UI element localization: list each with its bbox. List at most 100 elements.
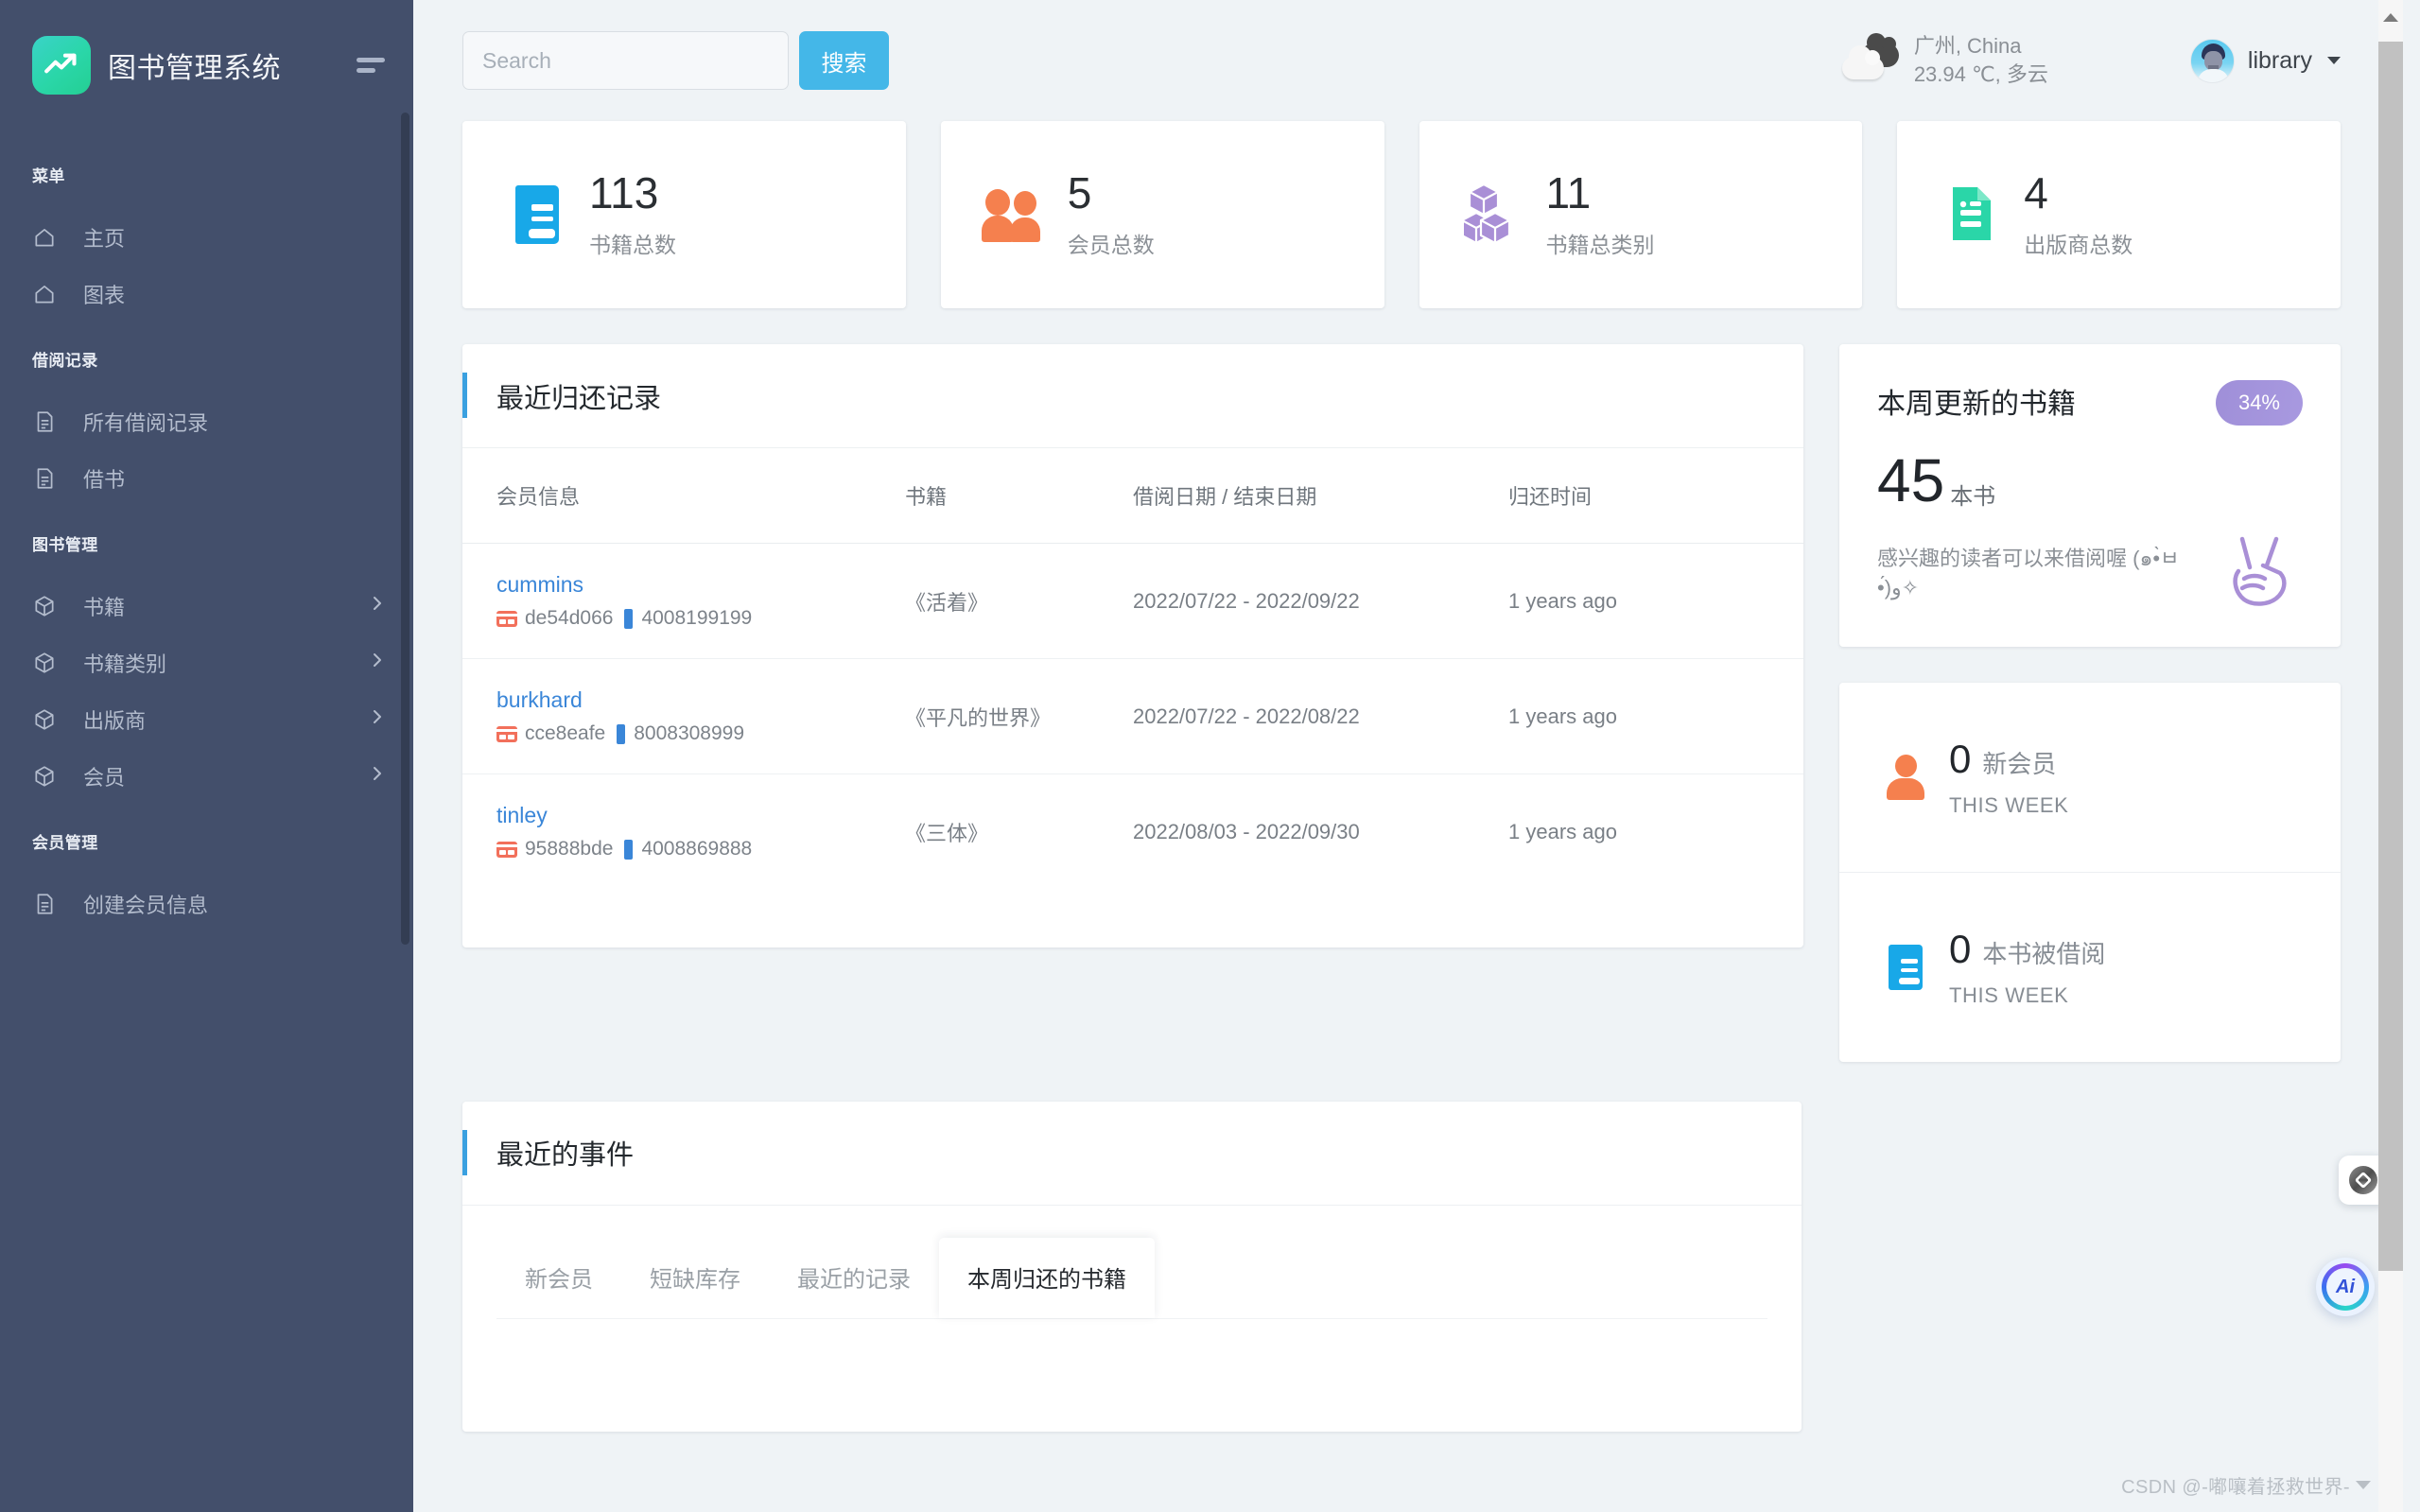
cell-member: tinley 95888bde 4008869888 [462,774,905,890]
mini-stat-new-members[interactable]: 0 新会员 THIS WEEK [1839,683,2341,872]
caret-down-icon [2356,1481,2371,1489]
sidebar-item-create-member[interactable]: 创建会员信息 [0,876,413,932]
sidebar-item-borrow-book[interactable]: 借书 [0,450,413,507]
member-meta: de54d066 4008199199 [496,607,905,630]
main-content: 搜索 广州, China 23.94 ℃, 多云 [413,0,2420,1512]
sidebar-item-label: 会员 [83,766,126,790]
chevron-right-icon [370,705,385,734]
tab-returned-this-week[interactable]: 本周归还的书籍 [939,1237,1155,1318]
weather-text: 广州, China 23.94 ℃, 多云 [1914,32,2048,90]
weekly-subtitle: 感兴趣的读者可以来借阅喔 (๑•̀ㅂ•́)و✧ [1877,547,2180,600]
mini-stat-label: 新会员 [1982,749,2057,778]
peace-hand-icon [2233,536,2287,606]
sidebar-item-label: 书籍类别 [83,652,167,676]
hamburger-icon[interactable] [357,58,385,73]
partly-cloudy-icon [1841,33,1901,83]
user-menu[interactable]: library [2189,38,2341,83]
browser-scrollbar[interactable] [2378,0,2403,1512]
topbar-right: 广州, China 23.94 ℃, 多云 library [1841,32,2341,90]
right-column: 本周更新的书籍 34% 45 本书 感兴趣的读者可以来借阅喔 (๑•̀ㅂ•́)و… [1839,344,2341,1062]
sidebar-item-label: 出版商 [83,709,147,733]
mini-stat-books-borrowed[interactable]: 0 本书被借阅 THIS WEEK [1839,873,2341,1062]
home-icon [32,282,64,306]
box-icon [32,764,64,789]
caret-down-icon [2327,57,2341,64]
stat-card-total-books[interactable]: 113 书籍总数 [462,121,906,308]
app-title: 图书管理系统 [108,53,281,84]
table-row[interactable]: burkhard cce8eafe 8008308999 《平凡的世界》 202… [462,658,1803,774]
sidebar-item-all-borrow-records[interactable]: 所有借阅记录 [0,393,413,450]
sidebar-item-book-categories[interactable]: 书籍类别 [0,634,413,691]
boxes-icon [1457,182,1531,247]
member-meta: 95888bde 4008869888 [496,838,905,860]
card-title: 本周更新的书籍 [1877,389,2076,420]
stat-value: 5 [1067,167,1092,217]
stat-card-total-members[interactable]: 5 会员总数 [940,121,1384,308]
tab-new-members[interactable]: 新会员 [496,1238,621,1318]
member-card: 95888bde [525,838,614,860]
weekly-book-count: 45 [1877,446,1945,514]
sidebar-item-publishers[interactable]: 出版商 [0,691,413,748]
sidebar-group-label: 会员管理 [32,834,98,852]
box-icon [32,594,64,618]
panels-row: 最近归还记录 会员信息 书籍 借阅日期 / 结束日期 归还时间 cummins … [462,344,2341,1062]
diamond-logo-icon [2349,1166,2377,1194]
stat-label: 出版商总数 [2024,233,2133,258]
member-name-link[interactable]: burkhard [496,687,905,713]
trending-up-icon [44,53,77,74]
mini-stat-sub: THIS WEEK [1949,792,2069,817]
column-header-period: 借阅日期 / 结束日期 [1132,448,1509,544]
mini-stat-label: 本书被借阅 [1982,939,2106,968]
sidebar-item-label: 创建会员信息 [83,894,209,917]
sidebar-item-home[interactable]: 主页 [0,209,413,266]
document-icon [32,892,64,916]
phone-icon [624,608,634,629]
cell-period: 2022/08/03 - 2022/09/30 [1132,819,1360,843]
chevron-right-icon [370,592,385,620]
phone-icon [624,839,634,860]
sidebar-item-charts[interactable]: 图表 [0,266,413,322]
cell-period: 2022/07/22 - 2022/08/22 [1132,658,1509,774]
cell-returned: 1 years ago [1508,543,1803,659]
person-icon [1879,754,1932,800]
sidebar-nav: 菜单 主页 图表 借阅记录 所有借阅记录 借书 图书管理 书籍 书籍类别 出版商… [0,106,413,932]
hamburger-bar [357,68,375,73]
tab-low-stock[interactable]: 短缺库存 [621,1238,769,1318]
tab-panel-content [496,1317,1767,1432]
cell-period: 2022/07/22 - 2022/09/22 [1132,543,1509,659]
search-button[interactable]: 搜索 [799,31,889,90]
member-name-link[interactable]: tinley [496,803,905,828]
phone-icon [617,723,626,744]
browser-scrollbar-thumb[interactable] [2378,42,2403,1271]
watermark-text: CSDN @-嘟嚷着拯救世界- [2121,1477,2350,1498]
member-name-link[interactable]: cummins [496,572,905,598]
stat-card-total-publishers[interactable]: 4 出版商总数 [1897,121,2341,308]
table-row[interactable]: cummins de54d066 4008199199 《活着》 2022/07… [462,543,1803,659]
cell-returned: 1 years ago [1508,819,1617,843]
table-row[interactable]: tinley 95888bde 4008869888 《三体》 2022/08/… [462,774,1803,890]
member-card: cce8eafe [525,722,606,744]
sidebar-item-label: 图表 [83,284,126,307]
sidebar-scrollbar-thumb[interactable] [401,113,409,945]
sidebar-item-books[interactable]: 书籍 [0,578,413,634]
stat-cards-row: 113 书籍总数 5 会员总数 11 书籍总类别 4 出版商总数 [462,121,2341,308]
stat-label: 书籍总类别 [1545,233,1655,258]
sidebar-group-label: 借阅记录 [32,352,98,370]
user-name: library [2247,46,2312,74]
search-input[interactable] [462,31,789,90]
document-icon [1935,185,2009,244]
sidebar: 图书管理系统 菜单 主页 图表 借阅记录 所有借阅记录 借书 图书管理 书籍 书… [0,0,413,1512]
ai-assistant-button[interactable]: Ai [2316,1258,2375,1316]
sidebar-item-members[interactable]: 会员 [0,748,413,805]
weather-widget: 广州, China 23.94 ℃, 多云 [1841,32,2048,90]
member-phone: 4008869888 [641,838,753,860]
weekly-updated-books-card: 本周更新的书籍 34% 45 本书 感兴趣的读者可以来借阅喔 (๑•̀ㅂ•́)و… [1839,344,2341,647]
returns-table: 会员信息 书籍 借阅日期 / 结束日期 归还时间 cummins de54d06… [462,448,1803,889]
sidebar-item-label: 主页 [83,227,126,251]
scroll-up-arrow-icon[interactable] [2383,13,2398,22]
member-meta: cce8eafe 8008308999 [496,722,905,745]
tab-recent-records[interactable]: 最近的记录 [769,1238,939,1318]
panel-title: 最近归还记录 [496,383,662,414]
cell-returned: 1 years ago [1508,658,1803,774]
stat-card-total-categories[interactable]: 11 书籍总类别 [1419,121,1863,308]
